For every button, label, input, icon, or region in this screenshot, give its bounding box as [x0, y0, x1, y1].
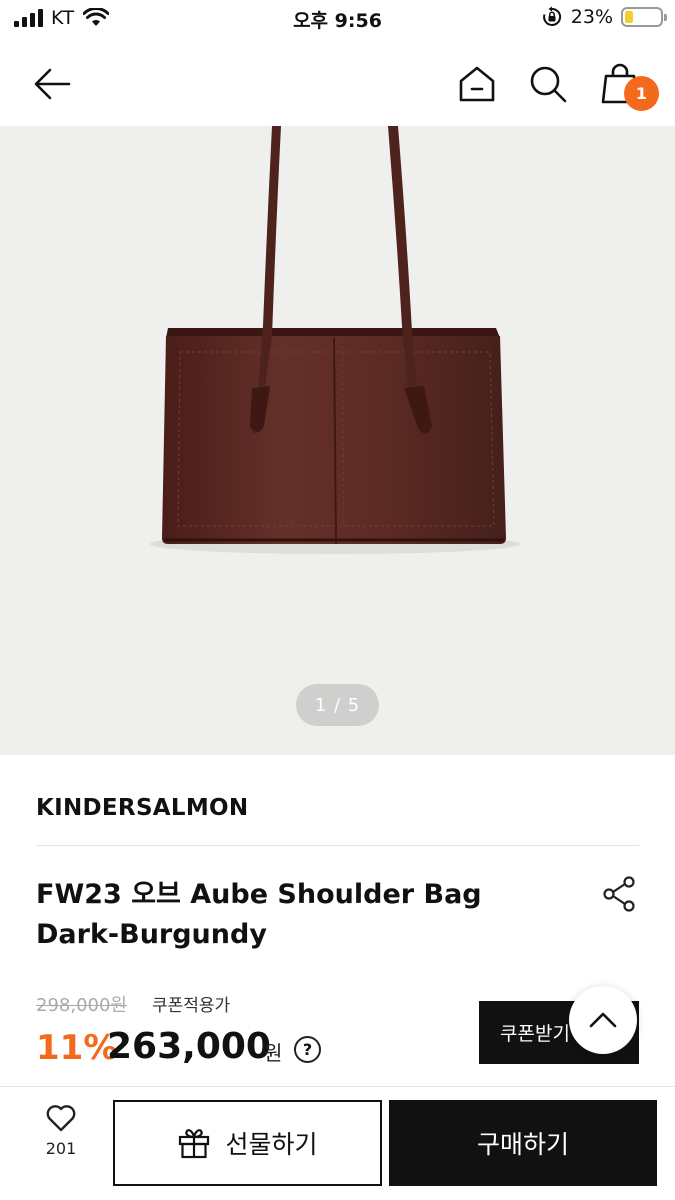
scroll-to-top-button[interactable] [569, 986, 637, 1054]
home-icon [459, 66, 495, 102]
product-title: FW23 오브 Aube Shoulder Bag Dark-Burgundy [36, 875, 556, 955]
share-icon [603, 876, 635, 912]
rotation-lock-icon [542, 6, 561, 26]
divider [36, 845, 639, 846]
cart-count-badge: 1 [624, 76, 659, 111]
image-page-indicator: 1 / 5 [296, 684, 379, 726]
search-button[interactable] [524, 60, 572, 108]
back-button[interactable] [28, 60, 76, 108]
product-image [150, 126, 520, 554]
chevron-up-icon [589, 1012, 617, 1028]
brand-name[interactable]: KINDERSALMON [36, 795, 248, 821]
gift-button[interactable]: 선물하기 [113, 1100, 382, 1186]
top-nav [0, 40, 675, 126]
share-button[interactable] [600, 874, 640, 914]
search-icon [530, 66, 567, 103]
sale-price: 263,000 [107, 1026, 271, 1067]
back-arrow-icon [34, 68, 71, 100]
battery-percent: 23% [570, 6, 613, 28]
currency-label: 원 [264, 1041, 283, 1065]
discount-rate: 11% [36, 1028, 118, 1068]
battery-icon [621, 7, 667, 27]
buy-button[interactable]: 구매하기 [389, 1100, 657, 1186]
product-image-gallery[interactable]: 1 / 5 [0, 126, 675, 755]
product-title-line-2: Dark-Burgundy [36, 919, 267, 950]
home-button[interactable] [453, 60, 501, 108]
gift-icon [179, 1129, 210, 1159]
like-count: 201 [45, 1139, 77, 1158]
status-right: 23% [541, 6, 667, 28]
original-price: 298,000원 [36, 995, 127, 1016]
coupon-price-label: 쿠폰적용가 [152, 996, 231, 1016]
gift-button-label: 선물하기 [225, 1130, 318, 1159]
product-title-line-1: FW23 오브 Aube Shoulder Bag [36, 879, 482, 910]
like-button[interactable]: 201 [30, 1103, 92, 1183]
heart-icon [46, 1105, 76, 1132]
price-help-icon[interactable]: ? [294, 1036, 321, 1063]
battery-fill [625, 11, 633, 23]
bottom-action-bar: 201 선물하기 구매하기 [0, 1086, 675, 1200]
status-bar: KT 오후 9:56 23% [0, 0, 675, 40]
